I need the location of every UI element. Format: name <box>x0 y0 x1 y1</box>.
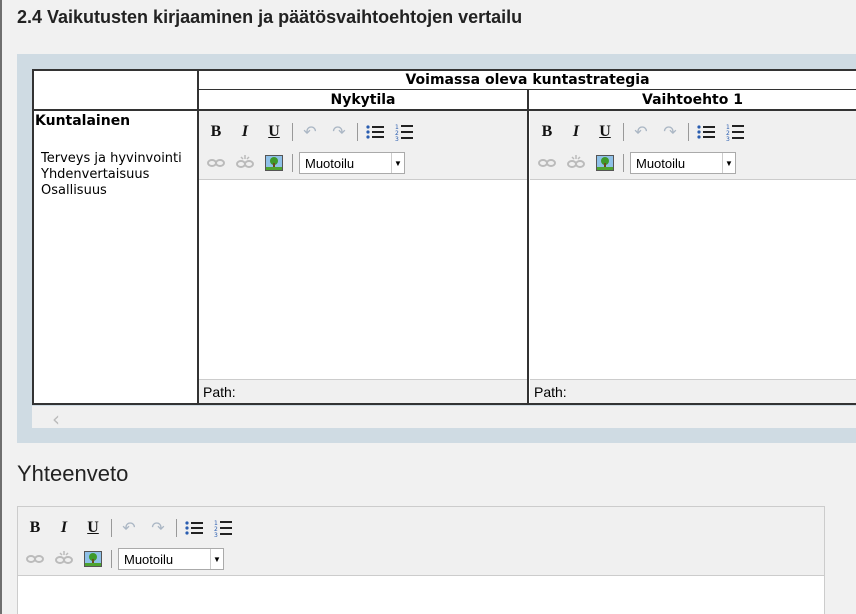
link-icon[interactable] <box>205 152 227 174</box>
table-divider <box>197 89 856 90</box>
row-item: Yhdenvertaisuus <box>41 167 150 182</box>
unlink-icon[interactable] <box>234 152 256 174</box>
format-select[interactable]: Muotoilu ▼ <box>118 548 224 570</box>
undo-icon[interactable]: ↶ <box>630 121 652 143</box>
toolbar-separator <box>292 123 293 141</box>
col-header-nykytila: Nykytila <box>330 92 396 108</box>
underline-button[interactable]: U <box>594 121 616 143</box>
editor-toolbar: B I U ↶ ↷ 123 Muotoilu ▼ <box>199 111 527 180</box>
redo-icon[interactable]: ↷ <box>659 121 681 143</box>
svg-text:3: 3 <box>214 532 218 537</box>
italic-button[interactable]: I <box>565 121 587 143</box>
toolbar-separator <box>357 123 358 141</box>
toolbar-separator <box>623 123 624 141</box>
redo-icon[interactable]: ↷ <box>328 121 350 143</box>
chevron-down-icon: ▼ <box>210 549 223 569</box>
svg-text:3: 3 <box>395 136 399 141</box>
italic-button[interactable]: I <box>53 517 75 539</box>
horizontal-scrollbar[interactable]: ‹ <box>32 406 856 431</box>
editor-content-area[interactable] <box>199 180 527 379</box>
format-select-value: Muotoilu <box>305 155 355 171</box>
editor-toolbar: B I U ↶ ↷ 123 Muotoilu ▼ <box>530 111 856 180</box>
summary-title: Yhteenveto <box>17 461 129 486</box>
toolbar-separator <box>292 154 293 172</box>
svg-text:3: 3 <box>726 136 730 141</box>
unlink-icon[interactable] <box>565 152 587 174</box>
bullet-list-icon[interactable] <box>695 121 717 143</box>
format-select-value: Muotoilu <box>124 551 174 567</box>
unlink-icon[interactable] <box>53 548 75 570</box>
link-icon[interactable] <box>24 548 46 570</box>
editor-toolbar: B I U ↶ ↷ 123 Muotoilu ▼ <box>18 507 824 576</box>
group-header: Voimassa oleva kuntastrategia <box>405 72 650 88</box>
numbered-list-icon[interactable]: 123 <box>724 121 746 143</box>
row-item: Osallisuus <box>41 183 107 198</box>
toolbar-separator <box>111 550 112 568</box>
editor-path: Path: <box>199 379 527 403</box>
col-header-vaihtoehto-1: Vaihtoehto 1 <box>642 92 743 108</box>
bullet-list-icon[interactable] <box>183 517 205 539</box>
underline-button[interactable]: U <box>82 517 104 539</box>
bullet-list-icon[interactable] <box>364 121 386 143</box>
undo-icon[interactable]: ↶ <box>299 121 321 143</box>
row-items: Terveys ja hyvinvointi Yhdenvertaisuus O… <box>41 151 182 199</box>
chevron-down-icon: ▼ <box>722 153 735 173</box>
format-select[interactable]: Muotoilu ▼ <box>630 152 736 174</box>
bold-button[interactable]: B <box>24 517 46 539</box>
section-title: 2.4 Vaikutusten kirjaaminen ja päätösvai… <box>17 7 523 27</box>
editor-vaihtoehto-1: B I U ↶ ↷ 123 Muotoilu ▼ Path: <box>530 111 856 403</box>
format-select-value: Muotoilu <box>636 155 686 171</box>
toolbar-separator <box>176 519 177 537</box>
row-item: Terveys ja hyvinvointi <box>41 151 182 166</box>
undo-icon[interactable]: ↶ <box>118 517 140 539</box>
link-icon[interactable] <box>536 152 558 174</box>
numbered-list-icon[interactable]: 123 <box>212 517 234 539</box>
redo-icon[interactable]: ↷ <box>147 517 169 539</box>
bold-button[interactable]: B <box>536 121 558 143</box>
bold-button[interactable]: B <box>205 121 227 143</box>
numbered-list-icon[interactable]: 123 <box>393 121 415 143</box>
toolbar-separator <box>623 154 624 172</box>
editor-content-area[interactable] <box>530 180 856 379</box>
editor-yhteenveto: B I U ↶ ↷ 123 Muotoilu ▼ <box>17 506 825 614</box>
page-left-border <box>0 0 2 614</box>
image-icon[interactable] <box>263 152 285 174</box>
format-select[interactable]: Muotoilu ▼ <box>299 152 405 174</box>
image-icon[interactable] <box>594 152 616 174</box>
chevron-left-icon[interactable]: ‹ <box>52 407 60 431</box>
editor-nykytila: B I U ↶ ↷ 123 Muotoilu ▼ Path: <box>199 111 527 403</box>
chevron-down-icon: ▼ <box>391 153 404 173</box>
toolbar-separator <box>111 519 112 537</box>
table-divider <box>527 90 529 405</box>
row-label: Kuntalainen <box>35 113 131 129</box>
editor-path: Path: <box>530 379 856 403</box>
italic-button[interactable]: I <box>234 121 256 143</box>
editor-content-area[interactable] <box>18 576 824 614</box>
image-icon[interactable] <box>82 548 104 570</box>
underline-button[interactable]: U <box>263 121 285 143</box>
toolbar-separator <box>688 123 689 141</box>
